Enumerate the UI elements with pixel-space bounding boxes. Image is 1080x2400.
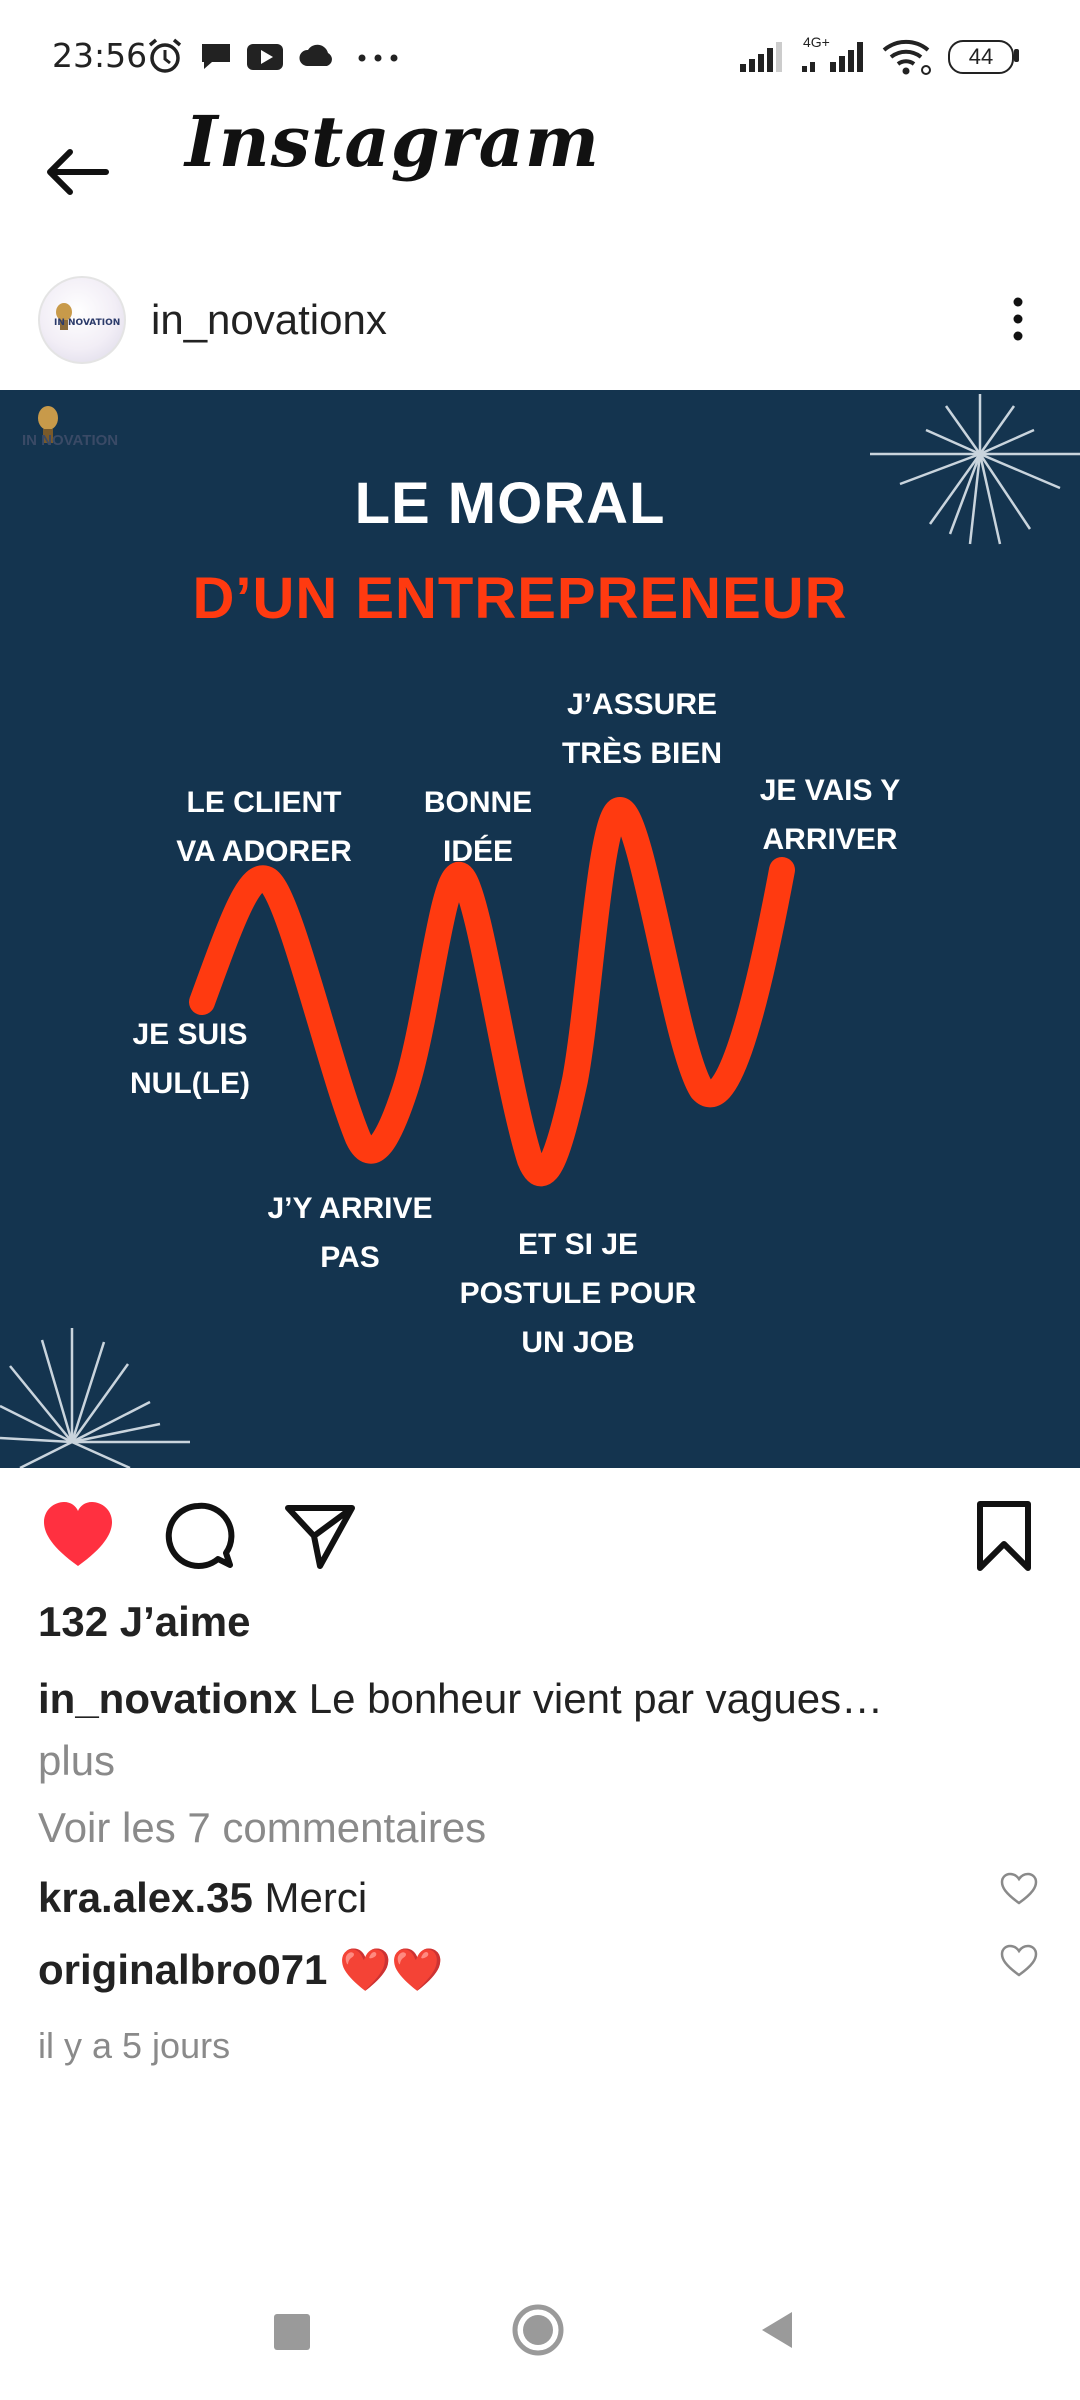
comment-item: kra.alex.35 Merci xyxy=(38,1874,367,1922)
bookmark-icon[interactable] xyxy=(966,1498,1042,1574)
more-options-button[interactable] xyxy=(998,294,1038,344)
comment-icon[interactable] xyxy=(160,1498,236,1574)
status-time: 23:56 xyxy=(52,36,148,75)
chat-bubble-icon xyxy=(202,44,230,69)
alarm-icon xyxy=(148,38,182,73)
send-icon[interactable] xyxy=(282,1498,358,1574)
status-bar: 23:56 4G+ 44 xyxy=(0,0,1080,110)
comment-text: Merci xyxy=(264,1874,368,1921)
post-username[interactable]: in_novationx xyxy=(151,296,387,344)
label-je-suis-nul: JE SUIS NUL(LE) xyxy=(130,1018,250,1100)
back-button[interactable] xyxy=(40,140,120,220)
caption-more-link[interactable]: plus xyxy=(38,1737,115,1784)
battery-icon: 44 xyxy=(948,40,1014,74)
label-bonne-idee: BONNE IDÉE xyxy=(423,786,533,868)
battery-tip xyxy=(1014,49,1019,62)
comment-like-heart-icon[interactable] xyxy=(1000,1872,1038,1906)
avatar-text: IN NOVATION xyxy=(54,318,120,328)
lightbulb-logo-icon: IN NOVATION xyxy=(54,303,120,330)
signal-icon xyxy=(740,42,782,72)
likes-count[interactable]: 132 J’aime xyxy=(38,1598,251,1646)
label-et-si-je-postule: ET SI JE POSTULE POUR UN JOB xyxy=(459,1228,697,1359)
caption-text: Le bonheur vient par vagues… xyxy=(308,1675,884,1722)
caption: in_novationx Le bonheur vient par vagues… xyxy=(38,1668,1038,1792)
battery-level: 44 xyxy=(968,44,994,69)
caption-username[interactable]: in_novationx xyxy=(38,1675,297,1722)
more-dots-icon xyxy=(358,54,398,62)
like-heart-icon[interactable] xyxy=(40,1498,116,1574)
app-title: Instagram xyxy=(185,100,600,183)
label-jassure: J’ASSURE TRÈS BIEN xyxy=(561,688,723,770)
label-je-vais-y-arriver: JE VAIS Y ARRIVER xyxy=(759,774,901,856)
cloud-icon xyxy=(299,44,332,66)
comment-like-heart-icon[interactable] xyxy=(1000,1944,1038,1978)
wifi-icon xyxy=(882,39,931,75)
comment-text: ❤️❤️ xyxy=(339,1946,444,1993)
youtube-icon xyxy=(247,44,283,70)
comment-username[interactable]: kra.alex.35 xyxy=(38,1874,253,1921)
avatar[interactable]: IN NOVATION xyxy=(38,276,126,364)
view-comments-link[interactable]: Voir les 7 commentaires xyxy=(38,1804,486,1852)
recents-button[interactable] xyxy=(274,2314,310,2350)
comment-username[interactable]: originalbro071 xyxy=(38,1946,327,1993)
post-timestamp: il y a 5 jours xyxy=(38,2025,231,2066)
signal-4g-icon xyxy=(802,42,863,72)
comment-item: originalbro071 ❤️❤️ xyxy=(38,1946,444,1995)
home-button[interactable] xyxy=(508,2300,568,2360)
back-nav-button[interactable] xyxy=(756,2300,796,2360)
